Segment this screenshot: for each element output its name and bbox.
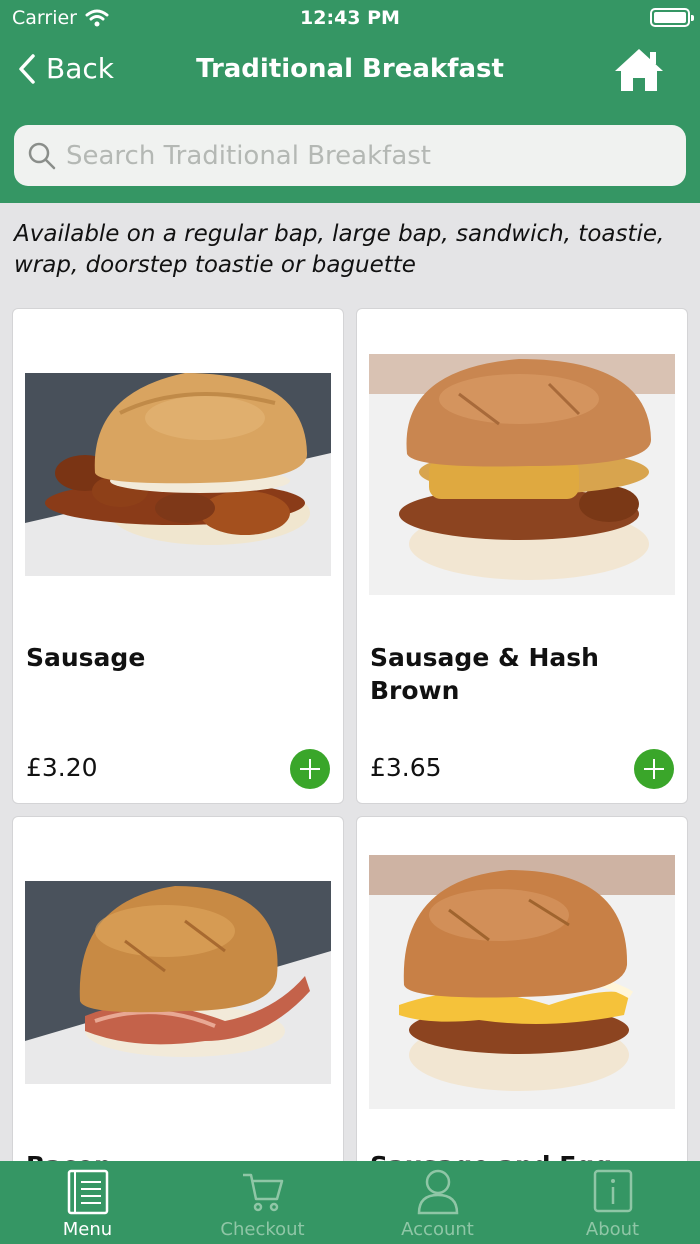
home-icon	[615, 49, 663, 91]
product-card-sausage-hash-brown[interactable]: Sausage & Hash Brown £3.65	[356, 308, 688, 804]
app-header: Carrier 12:43 PM Back Traditional Breakf…	[0, 0, 700, 203]
tab-label: Menu	[62, 1219, 113, 1240]
back-button[interactable]: Back	[18, 52, 114, 85]
search-icon	[28, 142, 56, 169]
search-bar[interactable]	[14, 125, 686, 186]
tab-about[interactable]: About	[525, 1161, 700, 1244]
tab-label: Account	[401, 1219, 474, 1240]
chevron-left-icon	[19, 53, 35, 84]
add-to-cart-button[interactable]	[290, 749, 330, 789]
product-name: Sausage	[26, 643, 146, 672]
status-bar: Carrier 12:43 PM	[0, 0, 700, 36]
menu-icon	[67, 1169, 108, 1215]
product-card-sausage-egg[interactable]: Sausage and Egg	[356, 816, 688, 1176]
bread-options-note: Available on a regular bap, large bap, s…	[14, 221, 665, 278]
home-button[interactable]	[612, 46, 666, 94]
sausage-bap-photo	[25, 373, 331, 576]
status-time: 12:43 PM	[300, 7, 400, 29]
bacon-bap-photo	[25, 881, 331, 1084]
info-icon	[593, 1169, 632, 1213]
product-name: Sausage & Hash Brown	[370, 643, 599, 705]
tab-label: About	[585, 1219, 640, 1240]
add-to-cart-button[interactable]	[634, 749, 674, 789]
product-price: £3.20	[26, 753, 98, 782]
product-card-sausage[interactable]: Sausage £3.20	[12, 308, 344, 804]
tab-account[interactable]: Account	[350, 1161, 525, 1244]
tab-label: Checkout	[220, 1219, 305, 1240]
sausage-egg-bap-photo	[369, 855, 675, 1109]
search-input[interactable]	[66, 140, 656, 171]
user-icon	[417, 1169, 458, 1215]
sausage-hash-brown-bap-photo	[369, 354, 675, 595]
battery-icon	[650, 8, 694, 27]
tab-checkout[interactable]: Checkout	[175, 1161, 350, 1244]
nav-bar: Back Traditional Breakfast	[0, 36, 700, 108]
product-price: £3.65	[370, 753, 442, 782]
tab-bar: Menu Checkout Account About	[0, 1161, 700, 1244]
cart-icon	[242, 1173, 283, 1212]
tab-menu[interactable]: Menu	[0, 1161, 175, 1244]
product-card-bacon[interactable]: Bacon	[12, 816, 344, 1176]
back-label: Back	[46, 52, 114, 85]
